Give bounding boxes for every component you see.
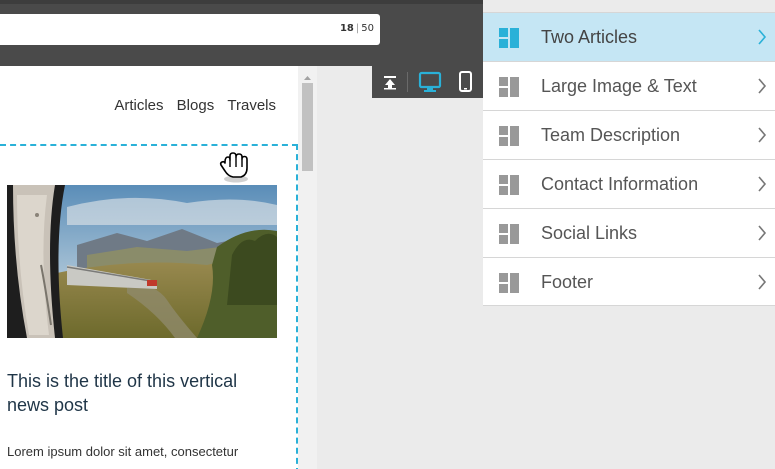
chevron-right-icon	[758, 274, 767, 290]
post-title: This is the title of this vertical news …	[7, 371, 238, 415]
block-item-contact-information[interactable]: Contact Information	[483, 159, 775, 208]
scroll-thumb[interactable]	[302, 83, 313, 171]
block-label: Two Articles	[541, 27, 638, 47]
nav-link-travels[interactable]: Travels	[227, 97, 276, 114]
drop-target-line	[0, 144, 298, 146]
chevron-right-icon	[758, 29, 767, 45]
mobile-view-button[interactable]	[452, 66, 480, 98]
desktop-view-button[interactable]	[416, 66, 444, 98]
content-blocks-panel: Two Articles Large Image & Text Team Des…	[483, 0, 775, 469]
layout-icon	[499, 28, 519, 48]
char-counter: 18 | 50	[339, 23, 374, 34]
nav-link-blogs[interactable]: Blogs	[177, 97, 215, 114]
mobile-icon	[459, 71, 472, 92]
char-limit: 50	[361, 23, 374, 34]
block-label: Contact Information	[541, 174, 699, 194]
chevron-right-icon	[758, 225, 767, 241]
preview-scrollbar[interactable]	[298, 66, 317, 469]
block-list: Two Articles Large Image & Text Team Des…	[483, 12, 775, 306]
chevron-right-icon	[758, 78, 767, 94]
view-toggle	[372, 66, 483, 98]
block-item-two-articles[interactable]: Two Articles	[483, 12, 775, 61]
post-excerpt: Lorem ipsum dolor sit amet, consectetur	[7, 444, 239, 459]
block-label: Social Links	[541, 223, 638, 243]
collapse-button[interactable]	[376, 66, 404, 98]
desktop-icon	[418, 71, 442, 92]
hero-image	[7, 185, 277, 338]
toggle-divider	[407, 72, 408, 92]
preview-nav: Articles Blogs Travels	[105, 97, 276, 114]
layout-icon	[499, 273, 519, 293]
subject-field[interactable]: 18 | 50	[0, 14, 380, 45]
scroll-up-arrow[interactable]	[298, 69, 317, 81]
chevron-right-icon	[758, 127, 767, 143]
chevron-right-icon	[758, 176, 767, 192]
hand-cursor-icon	[216, 148, 252, 184]
block-label: Large Image & Text	[541, 76, 697, 96]
block-label: Footer	[541, 272, 594, 292]
layout-icon	[499, 126, 519, 146]
layout-icon	[499, 175, 519, 195]
block-item-footer[interactable]: Footer	[483, 257, 775, 306]
nav-link-articles[interactable]: Articles	[114, 97, 163, 114]
block-label: Team Description	[541, 125, 681, 145]
block-item-social-links[interactable]: Social Links	[483, 208, 775, 257]
char-count: 18	[339, 23, 354, 34]
layout-icon	[499, 224, 519, 244]
layout-icon	[499, 77, 519, 97]
block-item-team-description[interactable]: Team Description	[483, 110, 775, 159]
topbar-strip	[0, 0, 483, 4]
block-item-large-image-text[interactable]: Large Image & Text	[483, 61, 775, 110]
panel-top	[483, 0, 775, 12]
collapse-icon	[384, 76, 396, 90]
email-preview[interactable]: Articles Blogs Travels This is the title…	[0, 66, 298, 469]
editor-topbar: 18 | 50	[0, 0, 483, 66]
